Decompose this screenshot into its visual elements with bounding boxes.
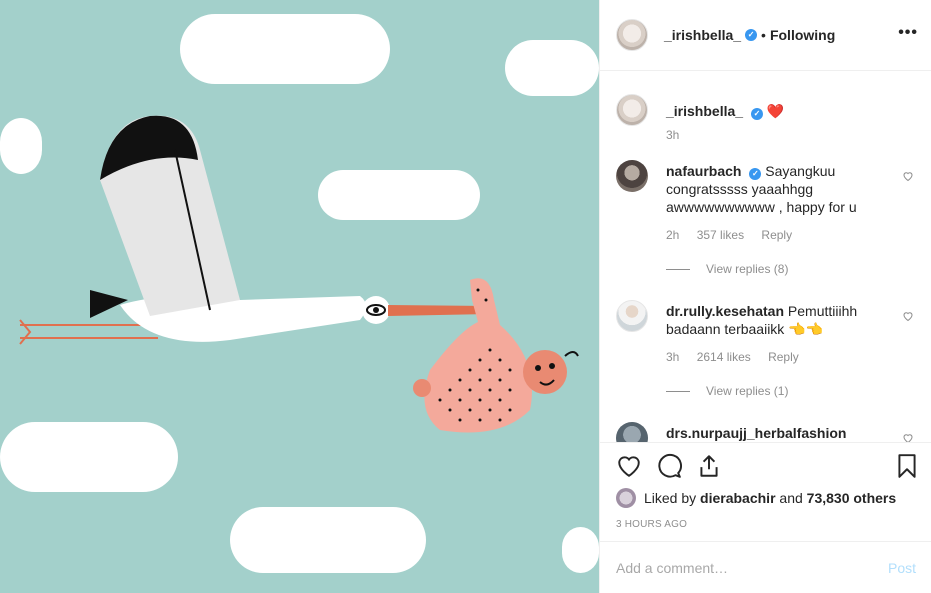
share-icon[interactable] <box>696 453 722 479</box>
replies-divider <box>666 390 690 392</box>
more-options-icon[interactable]: ••• <box>898 24 918 42</box>
comments-list[interactable]: _irishbella_ ✓ ❤️ 3h nafaurbach ✓ Sayang… <box>600 72 931 442</box>
commenter-avatar[interactable] <box>616 160 648 192</box>
action-bar <box>600 442 931 490</box>
view-replies-label: View replies (1) <box>706 384 789 398</box>
comment-time[interactable]: 2h <box>666 228 679 242</box>
like-comment-heart-icon[interactable] <box>902 310 914 322</box>
verified-badge-icon: ✓ <box>749 168 762 180</box>
liked-joiner: and <box>779 490 803 506</box>
comment-likes[interactable]: 357 likes <box>697 228 744 242</box>
bookmark-icon[interactable] <box>894 453 920 479</box>
likes-count[interactable]: 73,830 others <box>807 490 897 506</box>
verified-badge-icon: ✓ <box>745 29 758 41</box>
liked-by-label: Liked by <box>644 490 697 506</box>
caption-timestamp[interactable]: 3h <box>666 128 679 142</box>
caption-text: _irishbella_ ✓ ❤️ <box>666 102 886 120</box>
add-comment-bar: Post <box>600 541 931 593</box>
post-timestamp[interactable]: 3 HOURS AGO <box>616 519 687 530</box>
likes-summary: Liked by dierabachir and 73,830 others <box>616 488 896 508</box>
follow-separator: • <box>761 27 766 43</box>
comment-username[interactable]: dr.rully.kesehatan <box>666 303 784 319</box>
like-comment-heart-icon[interactable] <box>902 170 914 182</box>
comment-bubble-icon[interactable] <box>656 453 682 479</box>
commenter-avatar[interactable] <box>616 300 648 332</box>
comment-username[interactable]: drs.nurpaujj_herbalfashion <box>666 425 846 441</box>
stork-illustration <box>0 0 599 593</box>
liker-avatar[interactable] <box>616 488 636 508</box>
comment-meta: 2h 357 likes Reply <box>666 228 806 242</box>
caption-heart: ❤️ <box>766 103 785 119</box>
view-replies-button[interactable]: View replies (8) <box>666 262 788 276</box>
comment-text: drs.nurpaujj_herbalfashion <box>666 424 886 442</box>
view-replies-button[interactable]: View replies (1) <box>666 384 788 398</box>
comment-username[interactable]: nafaurbach <box>666 163 741 179</box>
comment-text: nafaurbach ✓ Sayangkuu congratsssss yaaa… <box>666 162 886 216</box>
verified-badge-icon: ✓ <box>750 108 763 120</box>
comment-meta: 3h 2614 likes Reply <box>666 350 813 364</box>
reply-button[interactable]: Reply <box>768 350 799 364</box>
author-username[interactable]: _irishbella_ <box>664 27 741 43</box>
comment-likes[interactable]: 2614 likes <box>697 350 751 364</box>
replies-divider <box>666 268 690 270</box>
like-comment-heart-icon[interactable] <box>902 432 914 442</box>
post-image[interactable] <box>0 0 599 593</box>
post-header: _irishbella_ ✓ • Following ••• <box>600 0 931 71</box>
post-comment-button[interactable]: Post <box>888 560 916 576</box>
following-button[interactable]: Following <box>770 27 835 43</box>
commenter-avatar[interactable] <box>616 422 648 442</box>
comment-time[interactable]: 3h <box>666 350 679 364</box>
caption-username[interactable]: _irishbella_ <box>666 103 743 119</box>
caption-avatar[interactable] <box>616 94 648 126</box>
view-replies-label: View replies (8) <box>706 262 789 276</box>
liker-username[interactable]: dierabachir <box>700 490 775 506</box>
comment-input[interactable] <box>616 559 888 576</box>
like-heart-icon[interactable] <box>616 453 642 479</box>
reply-button[interactable]: Reply <box>761 228 792 242</box>
caption-time: 3h <box>666 128 693 142</box>
post-detail-panel: _irishbella_ ✓ • Following ••• _irishbel… <box>599 0 931 593</box>
author-avatar[interactable] <box>616 19 648 51</box>
comment-text: dr.rully.kesehatan Pemuttiiihh badaann t… <box>666 302 886 338</box>
